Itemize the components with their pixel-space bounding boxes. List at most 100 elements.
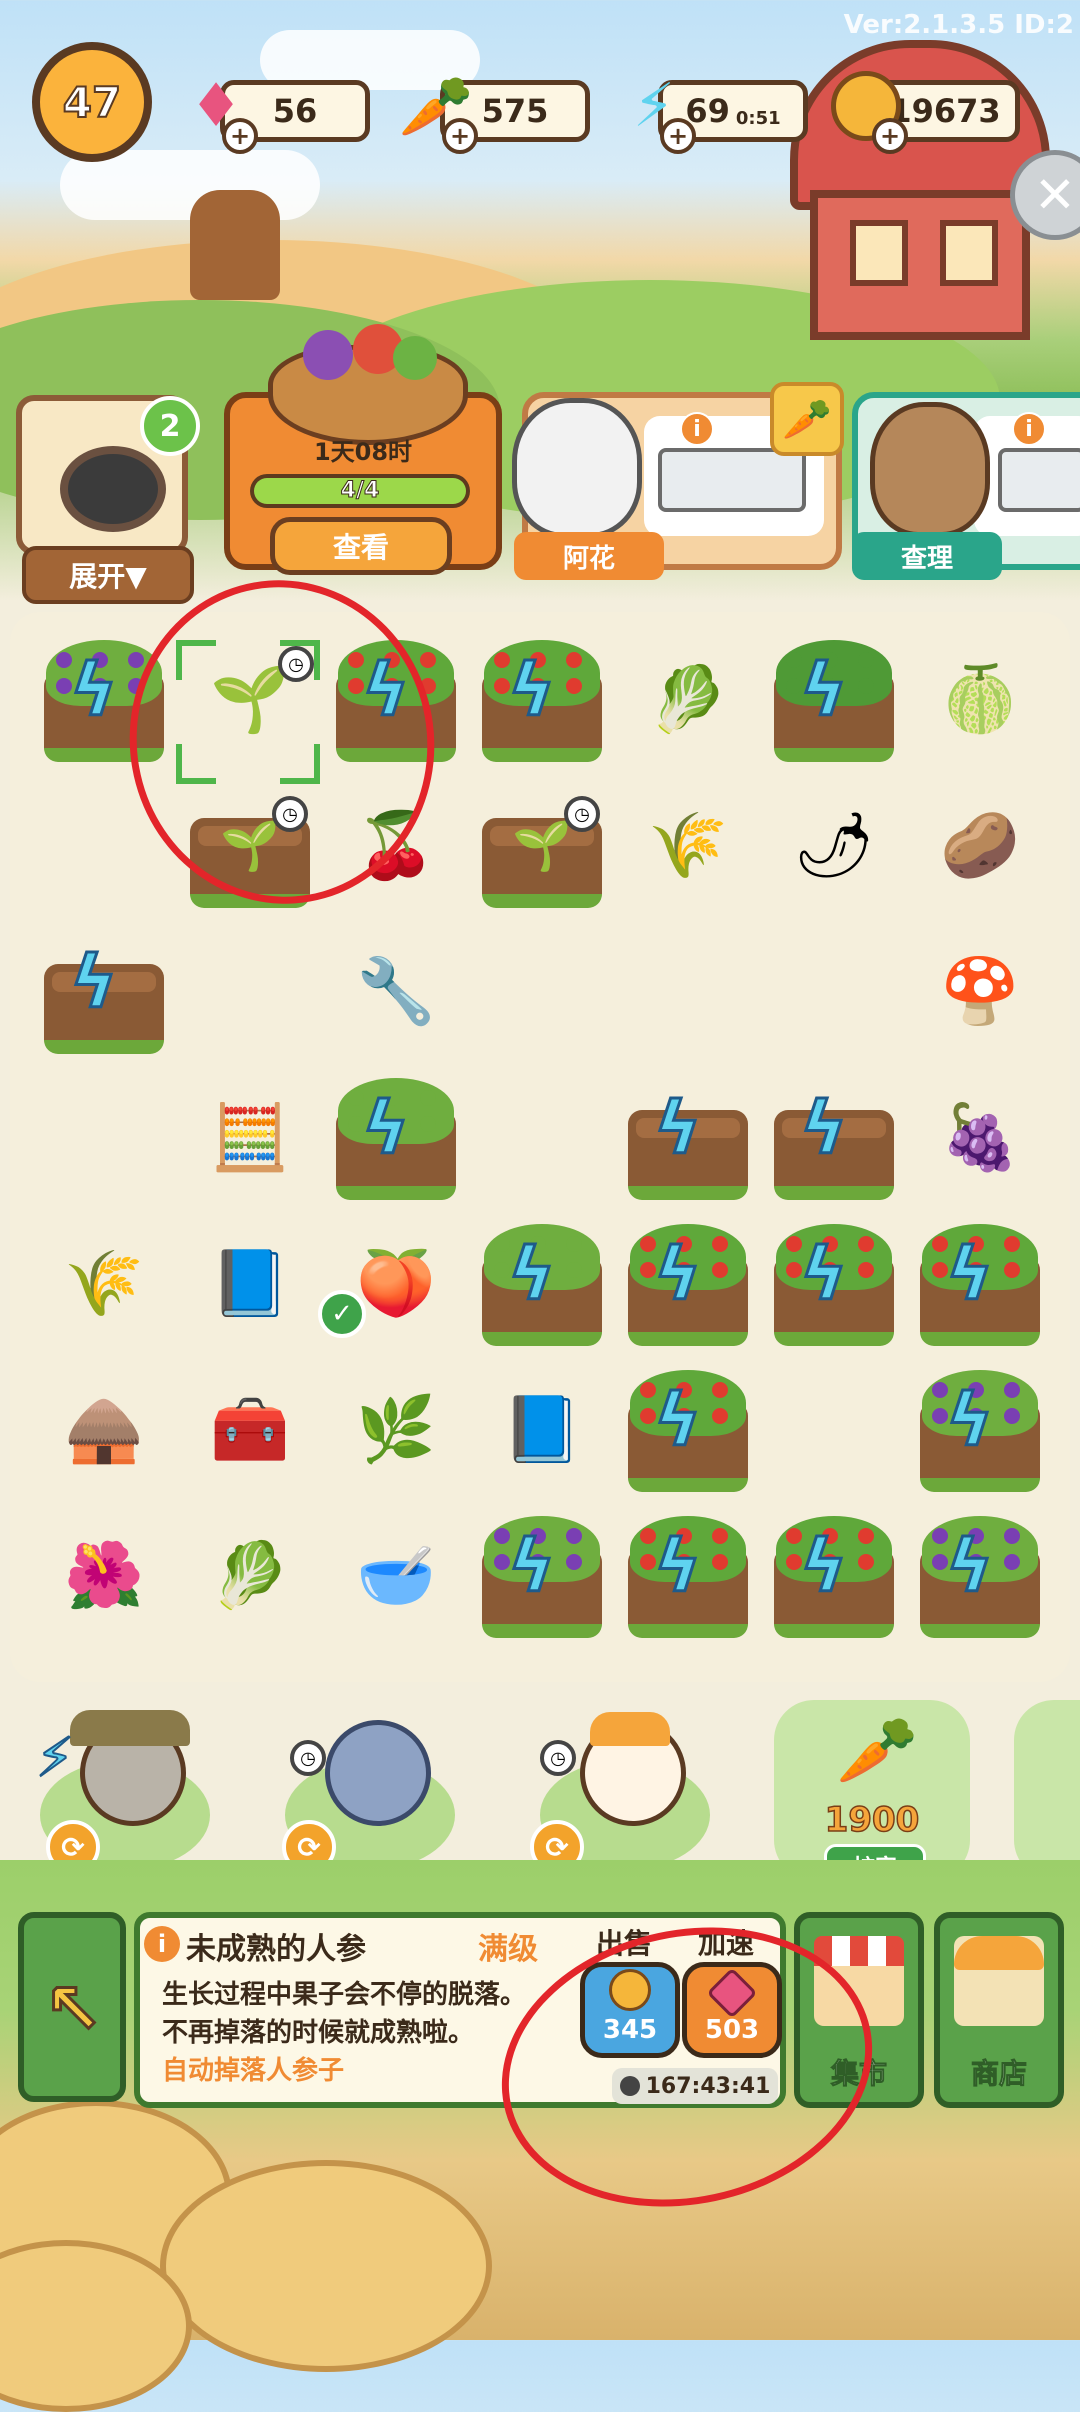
tomato-bush-plot[interactable]: ϟ	[912, 1216, 1048, 1352]
item-title: 未成熟的人参	[186, 1932, 366, 1967]
cabbage-icon: 🥬	[648, 663, 728, 737]
add-energy-button[interactable]: +	[660, 118, 696, 154]
food-tray-icon	[998, 448, 1080, 512]
hay-hut-icon: 🛖	[64, 1393, 144, 1467]
energy-bolt-icon: ϟ	[653, 1086, 703, 1170]
tomato-plot[interactable]: ϟ	[474, 632, 610, 768]
empty-plot[interactable]: ϟ	[620, 1070, 756, 1206]
order-time-remaining: 1天08时	[313, 438, 413, 466]
snow-leopard-avatar	[512, 398, 642, 538]
calculator-item[interactable]: 🧮	[182, 1070, 318, 1206]
drill-tool-item[interactable]: 🔧	[328, 924, 464, 1060]
flour-bowl-icon: 🥣	[356, 1539, 436, 1613]
timer-clock-icon: ◷	[540, 1740, 576, 1776]
food-tray-icon	[658, 448, 806, 512]
fertilizer-bag-item[interactable]: 🍄	[912, 924, 1048, 1060]
energy-bolt-icon: ϟ	[799, 1524, 849, 1608]
vine-plot[interactable]: ϟ	[474, 1216, 610, 1352]
info-icon[interactable]: i	[1012, 412, 1046, 446]
energy-bolt-icon: ϟ	[653, 1232, 703, 1316]
leek-icon: 🥬	[210, 1539, 290, 1613]
chili-pepper-item[interactable]: 🌶	[766, 778, 902, 914]
blueprint-icon: 📘	[502, 1393, 582, 1467]
expand-price: 1900	[824, 1799, 920, 1841]
toolbox-icon: 🧰	[210, 1393, 290, 1467]
energy-bolt-icon: ϟ	[945, 1524, 995, 1608]
drill-tool-icon: 🔧	[356, 955, 436, 1029]
seed-sack-icon: 🌾	[64, 1247, 144, 1321]
energy-bolt-icon: ϟ	[799, 1232, 849, 1316]
red-flower-item[interactable]: 🌺	[36, 1508, 172, 1644]
blueprint-icon: 📘	[210, 1247, 290, 1321]
scarecrow	[190, 190, 280, 300]
order-count-badge: 2	[140, 396, 200, 456]
expand-button[interactable]: 展开▼	[22, 546, 194, 604]
yellow-potato-item[interactable]: 🥔	[912, 778, 1048, 914]
yellow-potato-icon: 🥔	[940, 809, 1020, 883]
energy-bolt-icon: ⚡	[35, 1725, 75, 1790]
grape-sack-item[interactable]: 🍇	[912, 1070, 1048, 1206]
energy-bolt-icon: ϟ	[799, 1086, 849, 1170]
durian-item[interactable]: 🍈	[912, 632, 1048, 768]
timer-clock-icon: ◷	[290, 1740, 326, 1776]
cabbage-item[interactable]: 🥬	[620, 632, 756, 768]
energy-bolt-icon: ϟ	[507, 648, 557, 732]
tomato-bush-plot[interactable]: ϟ	[620, 1216, 756, 1352]
vine-plot[interactable]: ϟ	[328, 1070, 464, 1206]
info-icon[interactable]: i	[680, 412, 714, 446]
item-description: 生长过程中果子会不停的脱落。 不再掉落的时候就成熟啦。 自动掉落人参子	[162, 1980, 527, 2086]
view-order-button[interactable]: 查看	[270, 517, 452, 575]
parsley-item[interactable]: 🌿	[328, 1362, 464, 1498]
parsley-icon: 🌿	[356, 1393, 436, 1467]
carrot-icon: 🥕	[836, 1712, 919, 1789]
fertilizer-bag-icon: 🍄	[940, 955, 1020, 1029]
back-button[interactable]: ↖	[18, 1912, 126, 2102]
add-coins-button[interactable]: +	[872, 118, 908, 154]
shop-house-icon	[954, 1936, 1044, 2026]
energy-bolt-icon: ϟ	[69, 940, 119, 1024]
flour-bowl-item[interactable]: 🥣	[328, 1508, 464, 1644]
carrot-reward-icon: 🥕	[770, 382, 844, 456]
tomato-bush-plot[interactable]: ϟ	[766, 1216, 902, 1352]
add-carrots-button[interactable]: +	[442, 118, 478, 154]
next-expand-slot[interactable]	[1014, 1700, 1080, 1880]
player-level-badge[interactable]: 47	[32, 42, 152, 162]
chili-pepper-icon: 🌶	[793, 809, 875, 883]
otter-avatar	[870, 402, 990, 537]
durian-icon: 🍈	[940, 663, 1020, 737]
empty-plot[interactable]: ϟ	[36, 924, 172, 1060]
hay-hut-item[interactable]: 🛖	[36, 1362, 172, 1498]
energy-bolt-icon: ϟ	[507, 1232, 557, 1316]
leek-item[interactable]: 🥬	[182, 1508, 318, 1644]
grape-vine-plot[interactable]: ϟ	[912, 1362, 1048, 1498]
seed-sack-item[interactable]: 🌾	[36, 1216, 172, 1352]
calculator-icon: 🧮	[210, 1101, 290, 1175]
customer-name-ahua: 阿花	[514, 532, 664, 580]
grape-vine-plot[interactable]: ϟ	[474, 1508, 610, 1644]
wheat-stalk-item[interactable]: 🌾	[620, 778, 756, 914]
wheat-stalk-icon: 🌾	[648, 809, 728, 883]
back-arrow-icon: ↖	[43, 1967, 105, 2052]
energy-bolt-icon: ϟ	[507, 1524, 557, 1608]
grape-sack-icon: 🍇	[940, 1101, 1020, 1175]
shop-button[interactable]: 商店	[934, 1912, 1064, 2108]
blueprint-item[interactable]: 📘	[182, 1216, 318, 1352]
vegetable-basket-icon	[268, 324, 468, 445]
frying-pan-icon	[60, 446, 166, 532]
info-icon[interactable]: i	[144, 1926, 180, 1962]
toolbox-item[interactable]: 🧰	[182, 1362, 318, 1498]
tomato-bush-plot[interactable]: ϟ	[766, 1508, 902, 1644]
add-gems-button[interactable]: +	[222, 118, 258, 154]
berry-bush-plot[interactable]: ϟ	[766, 632, 902, 768]
order-progress-label: 4/4	[340, 478, 380, 504]
empty-plot[interactable]: ϟ	[766, 1070, 902, 1206]
version-label: Ver:2.1.3.5 ID:2	[843, 10, 1074, 40]
tomato-bush-plot[interactable]: ϟ	[620, 1508, 756, 1644]
energy-bolt-icon: ϟ	[69, 648, 119, 732]
tomato-bush-plot[interactable]: ϟ	[620, 1362, 756, 1498]
checkmark-icon: ✓	[318, 1290, 366, 1338]
red-flower-icon: 🌺	[64, 1539, 144, 1613]
grape-vine-plot[interactable]: ϟ	[912, 1508, 1048, 1644]
energy-bolt-icon: ϟ	[361, 1086, 411, 1170]
blueprint-item[interactable]: 📘	[474, 1362, 610, 1498]
